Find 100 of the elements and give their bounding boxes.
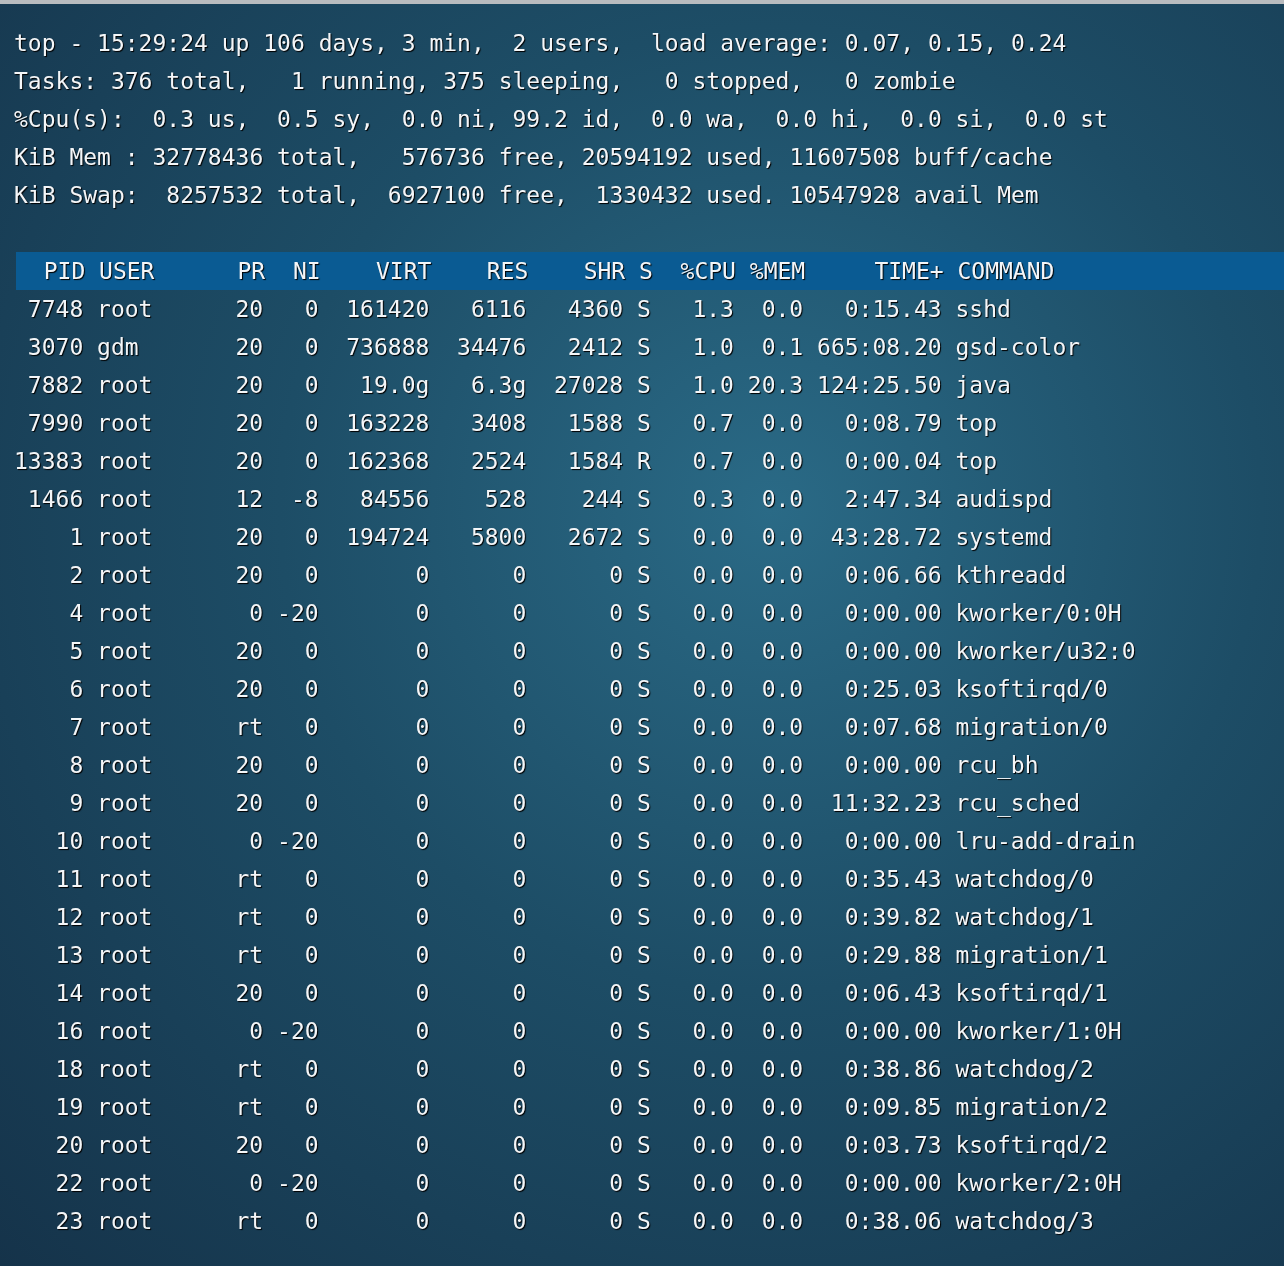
table-cell-text: 0 — [511, 903, 527, 932]
summary-line: KiB Mem : 32778436 total, 576736 free, 20594192 used, 11607508 buff/cache — [14, 143, 1054, 172]
table-cell-text: -20 — [277, 827, 319, 856]
table-cell-text: 7882 — [26, 371, 84, 400]
table-cell-text: 0 — [414, 903, 430, 932]
table-cell-text: ksoftirqd/2 — [955, 1131, 1109, 1160]
column-header: SHR — [582, 257, 626, 286]
table-cell-text: 0.0 — [691, 827, 734, 856]
table-cell-text: root — [97, 979, 154, 1008]
table-cell-text: 0:38.86 — [843, 1055, 942, 1084]
table-cell-text: 0.0 — [760, 1207, 804, 1236]
table-cell-text: 0.7 — [691, 409, 734, 438]
table-cell-text: 0 — [303, 1055, 319, 1084]
table-cell-text: 22 — [54, 1169, 84, 1198]
table-cell-text: S — [637, 295, 651, 324]
table-cell-text: S — [637, 1131, 651, 1160]
table-cell-text: 0 — [414, 1055, 430, 1084]
table-cell-text: root — [97, 903, 154, 932]
table-cell-text: 0 — [303, 675, 319, 704]
table-cell-text: 0.3 — [691, 485, 734, 514]
table-cell-text: lru-add-drain — [955, 827, 1137, 856]
table-cell-text: root — [97, 523, 154, 552]
table-cell-text: 0:06.43 — [843, 979, 942, 1008]
table-cell-text: 0 — [303, 865, 319, 894]
table-cell-text: 0.0 — [760, 409, 804, 438]
table-cell-text: 0 — [303, 637, 319, 666]
table-cell-text: root — [97, 675, 154, 704]
table-cell-text: 4 — [68, 599, 84, 628]
table-cell-text: 0.0 — [691, 675, 734, 704]
table-cell-text: 20 — [234, 751, 264, 780]
column-header: USER — [99, 257, 156, 286]
table-cell-text: kworker/0:0H — [955, 599, 1123, 628]
table-cell-text: root — [97, 1131, 154, 1160]
column-header: RES — [485, 257, 529, 286]
table-cell-text: 0.0 — [691, 1093, 734, 1122]
table-cell-text: gdm — [97, 333, 140, 362]
table-cell-text: 11:32.23 — [829, 789, 942, 818]
table-cell-text: 0 — [511, 1169, 527, 1198]
table-cell-text: 0 — [608, 1093, 624, 1122]
table-cell-text: 0 — [303, 1131, 319, 1160]
table-cell-text: 0 — [608, 979, 624, 1008]
table-cell-text: 0:35.43 — [843, 865, 942, 894]
table-cell-text: 0 — [608, 1055, 624, 1084]
table-cell-text: 0.0 — [760, 1131, 804, 1160]
table-cell-text: root — [97, 713, 154, 742]
table-cell-text: audispd — [955, 485, 1054, 514]
table-cell-text: -8 — [289, 485, 319, 514]
table-cell-text: 0.0 — [691, 713, 734, 742]
table-cell-text: 0 — [303, 903, 319, 932]
table-cell-text: 0 — [414, 1093, 430, 1122]
table-cell-text: 0.0 — [760, 865, 804, 894]
table-cell-text: 6.3g — [469, 371, 527, 400]
table-cell-text: 20 — [234, 675, 264, 704]
table-cell-text: 0 — [414, 675, 430, 704]
table-cell-text: root — [97, 599, 154, 628]
table-cell-text: 0 — [608, 941, 624, 970]
table-cell-text: 0:39.82 — [843, 903, 942, 932]
table-cell-text: S — [637, 599, 651, 628]
table-cell-text: S — [637, 751, 651, 780]
summary-line: %Cpu(s): 0.3 us, 0.5 sy, 0.0 ni, 99.2 id, 0.0 wa, 0.0 hi, 0.0 si, 0.0 st — [14, 105, 1109, 134]
table-cell-text: 194724 — [345, 523, 430, 552]
table-cell-text: 0.0 — [760, 523, 804, 552]
table-cell-text: 0.0 — [760, 1093, 804, 1122]
table-cell-text: 0 — [248, 827, 264, 856]
table-cell-text: 528 — [483, 485, 527, 514]
table-cell-text: 0.0 — [691, 561, 734, 590]
table-cell-text: 0 — [608, 599, 624, 628]
table-cell-text: 2524 — [469, 447, 527, 476]
table-cell-text: S — [637, 713, 651, 742]
table-cell-text: 0 — [303, 941, 319, 970]
column-header: PID — [42, 257, 86, 286]
table-cell-text: 0 — [511, 675, 527, 704]
table-cell-text: 0:03.73 — [843, 1131, 942, 1160]
table-cell-text: root — [97, 1093, 154, 1122]
table-cell-text: watchdog/2 — [955, 1055, 1095, 1084]
table-cell-text: 0 — [608, 1169, 624, 1198]
table-cell-text: 16 — [54, 1017, 84, 1046]
table-cell-text: root — [97, 751, 154, 780]
table-cell-text: 163228 — [345, 409, 430, 438]
table-cell-text: 0.0 — [760, 447, 804, 476]
table-cell-text: root — [97, 789, 154, 818]
table-cell-text: 20 — [234, 409, 264, 438]
table-cell-text: 0.0 — [760, 485, 804, 514]
table-cell-text: 12 — [54, 903, 84, 932]
table-cell-text: 0 — [511, 979, 527, 1008]
table-cell-text: 1466 — [26, 485, 84, 514]
table-cell-text: S — [637, 523, 651, 552]
table-cell-text: 0.0 — [691, 751, 734, 780]
table-cell-text: 0 — [511, 599, 527, 628]
table-cell-text: root — [97, 295, 154, 324]
table-cell-text: 0.0 — [691, 599, 734, 628]
table-cell-text: 162368 — [345, 447, 430, 476]
table-cell-text: 0:00.00 — [843, 1169, 942, 1198]
table-cell-text: 0 — [608, 751, 624, 780]
table-cell-text: kworker/1:0H — [955, 1017, 1123, 1046]
table-cell-text: 0.0 — [760, 675, 804, 704]
table-cell-text: S — [637, 1093, 651, 1122]
table-cell-text: 0:00.00 — [843, 599, 942, 628]
table-cell-text: 0:25.03 — [843, 675, 942, 704]
table-cell-text: 0.0 — [760, 561, 804, 590]
